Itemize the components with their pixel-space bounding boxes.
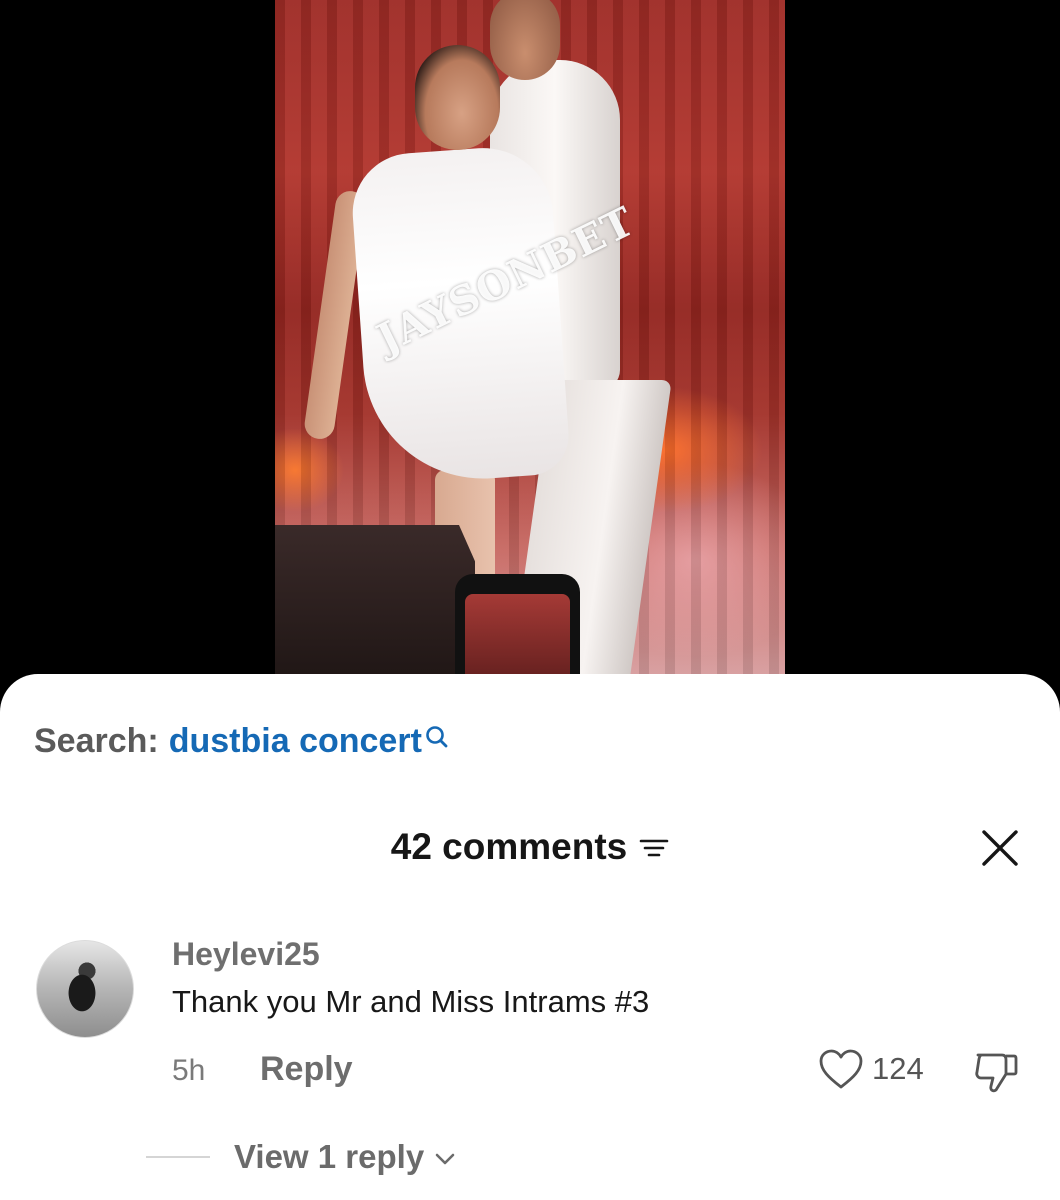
view-replies-label: View 1 reply — [234, 1138, 425, 1175]
search-icon — [424, 720, 450, 759]
filter-icon[interactable] — [639, 828, 669, 870]
video-player[interactable]: JAYSONBET — [0, 0, 1060, 690]
like-count: 124 — [872, 1051, 924, 1086]
video-frame[interactable]: JAYSONBET — [275, 0, 785, 690]
heart-outline-icon — [819, 1049, 863, 1089]
stage-speaker — [275, 525, 475, 690]
female-performer-head — [415, 45, 500, 150]
thumbs-down-icon — [975, 1053, 1018, 1093]
comment-time: 5h — [172, 1054, 206, 1087]
view-replies-row: View 1 reply — [146, 1138, 456, 1176]
chevron-down-icon — [435, 1153, 455, 1165]
comment-item: Heylevi25 Thank you Mr and Miss Intrams … — [0, 936, 1060, 1136]
view-replies-button[interactable]: View 1 reply — [234, 1138, 456, 1176]
dislike-button[interactable] — [972, 1050, 1020, 1101]
search-query[interactable]: dustbia concert — [169, 722, 422, 761]
related-search-link[interactable]: Search: dustbia concert — [34, 722, 450, 761]
close-icon — [982, 830, 1018, 866]
comments-sheet: Search: dustbia concert 42 comments Heyl… — [0, 674, 1060, 1200]
comment-username[interactable]: Heylevi25 — [172, 936, 320, 973]
reply-thread-divider — [146, 1156, 210, 1158]
close-button[interactable] — [976, 824, 1024, 872]
comment-text: Thank you Mr and Miss Intrams #3 — [172, 984, 650, 1019]
male-performer-head — [490, 0, 560, 80]
comment-count: 42 comments — [390, 826, 628, 867]
comments-header: 42 comments — [0, 824, 1060, 870]
search-prefix: Search: — [34, 722, 159, 760]
avatar[interactable] — [36, 940, 134, 1038]
audience-phone — [455, 574, 580, 690]
like-button[interactable]: 124 — [818, 1048, 924, 1090]
reply-button[interactable]: Reply — [260, 1050, 353, 1089]
